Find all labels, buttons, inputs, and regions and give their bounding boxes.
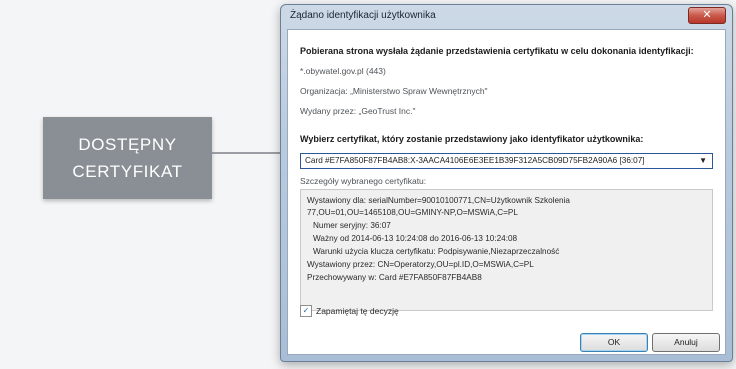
available-certificate-callout: DOSTĘPNY CERTYFIKAT — [43, 117, 212, 199]
chevron-down-icon[interactable]: ▼ — [699, 156, 707, 165]
cancel-button[interactable]: Anuluj — [652, 333, 720, 352]
details-line: Warunki użycia klucza certyfikatu: Podpi… — [313, 247, 560, 256]
screenshot-root: DOSTĘPNY CERTYFIKAT Żądano identyfikacji… — [0, 0, 736, 369]
certificate-details-box: Wystawiony dla: serialNumber=90010100771… — [300, 189, 713, 311]
dialog-title: Żądano identyfikacji użytkownika — [290, 10, 436, 21]
issuer-text: Wydany przez: „GeoTrust Inc." — [300, 106, 416, 116]
details-line: Przechowywany w: Card #E7FA850F87FB4AB8 — [307, 273, 482, 282]
ok-button[interactable]: OK — [580, 333, 648, 352]
details-line: Ważny od 2014-06-13 10:24:08 do 2016-06-… — [313, 234, 518, 243]
details-line: 77,OU=01,OU=1465108,OU=GMINY-NP,O=MSWiA,… — [307, 208, 518, 217]
close-button[interactable]: ✕ — [688, 7, 726, 24]
details-line: Wystawiony dla: serialNumber=90010100771… — [307, 196, 570, 205]
callout-line-2: CERTYFIKAT — [72, 162, 183, 181]
choose-certificate-label: Wybierz certyfikat, który zostanie przed… — [300, 134, 644, 144]
callout-line-1: DOSTĘPNY — [78, 135, 177, 154]
certificate-select[interactable]: Card #E7FA850F87FB4AB8:X-3AACA4106E6E3EE… — [300, 153, 713, 169]
certificate-dialog: Żądano identyfikacji użytkownika ✕ Pobie… — [280, 4, 733, 362]
site-text: *.obywatel.gov.pl (443) — [300, 66, 386, 76]
request-intro-text: Pobierana strona wysłała żądanie przedst… — [300, 46, 694, 56]
remember-decision-checkbox[interactable]: ✓ — [300, 305, 312, 317]
dialog-titlebar[interactable]: Żądano identyfikacji użytkownika ✕ — [281, 5, 732, 27]
dialog-content: Pobierana strona wysłała żądanie przedst… — [287, 29, 726, 355]
remember-decision-label[interactable]: Zapamiętaj tę decyzję — [316, 306, 399, 316]
certificate-select-value: Card #E7FA850F87FB4AB8:X-3AACA4106E6E3EE… — [305, 156, 645, 165]
details-line: Wystawiony przez: CN=Operatorzy,OU=pl.ID… — [307, 260, 534, 269]
details-line: Numer seryjny: 36:07 — [313, 221, 391, 230]
details-label: Szczegóły wybranego certyfikatu: — [300, 176, 427, 186]
organization-text: Organizacja: „Ministerstwo Spraw Wewnętr… — [300, 86, 488, 96]
